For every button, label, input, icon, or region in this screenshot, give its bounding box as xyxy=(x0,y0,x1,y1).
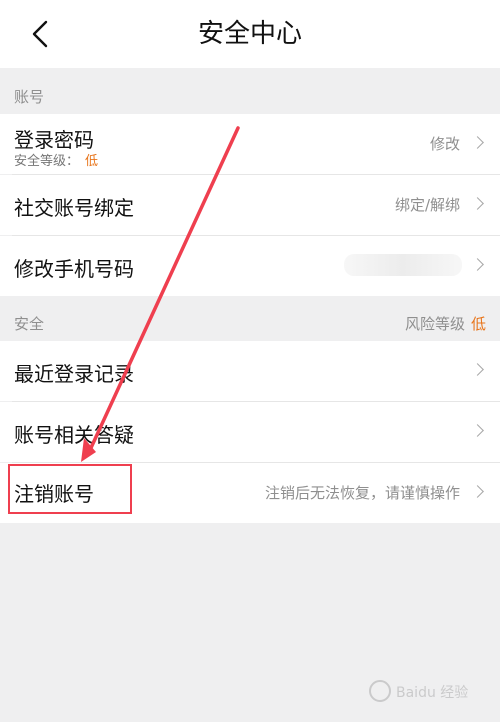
chevron-right-icon xyxy=(471,424,484,437)
chevron-right-icon xyxy=(471,258,484,271)
row-recent-login[interactable]: 最近登录记录 xyxy=(0,341,500,401)
risk-level-indicator: 风险等级低 xyxy=(405,313,486,334)
security-level-label: 安全等级： xyxy=(14,154,80,169)
bind-unbind-link: 绑定/解绑 xyxy=(394,196,460,214)
modify-link: 修改 xyxy=(429,135,460,153)
security-level-value: 低 xyxy=(85,154,99,169)
svg-text:Baidu 经验: Baidu 经验 xyxy=(396,685,468,701)
row-label: 账号相关答疑 xyxy=(14,423,134,447)
masked-phone-number xyxy=(344,254,462,276)
chevron-right-icon xyxy=(471,197,484,210)
row-account-faq[interactable]: 账号相关答疑 xyxy=(0,402,500,462)
row-label: 社交账号绑定 xyxy=(14,196,134,220)
risk-level-label: 风险等级 xyxy=(404,315,465,333)
chevron-right-icon xyxy=(471,363,484,376)
row-label: 最近登录记录 xyxy=(14,362,134,386)
section-label-security: 安全 xyxy=(14,315,45,333)
chevron-right-icon xyxy=(471,136,484,149)
cancel-warning-text: 注销后无法恢复，请谨慎操作 xyxy=(264,484,460,502)
annotation-highlight-box xyxy=(8,464,132,514)
baidu-jingyan-logo: Baidu 经验 xyxy=(369,680,468,702)
row-label: 修改手机号码 xyxy=(14,257,134,281)
row-label: 登录密码 xyxy=(14,128,94,152)
top-bar: 安全中心 xyxy=(0,0,500,68)
risk-level-value: 低 xyxy=(470,315,486,333)
section-label-account: 账号 xyxy=(14,88,45,106)
row-social-binding[interactable]: 社交账号绑定 绑定/解绑 xyxy=(0,175,500,235)
row-login-password[interactable]: 登录密码 安全等级： 低 修改 xyxy=(0,114,500,174)
page-title: 安全中心 xyxy=(197,19,302,49)
chevron-right-icon xyxy=(471,485,484,498)
security-level-text: 安全等级： 低 xyxy=(14,150,98,169)
row-change-phone[interactable]: 修改手机号码 xyxy=(0,236,500,296)
